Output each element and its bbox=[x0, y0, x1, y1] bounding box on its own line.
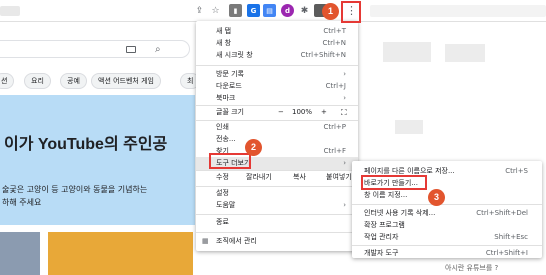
bookmark-star-icon[interactable]: ☆ bbox=[209, 4, 222, 17]
search-icon[interactable]: ⌕ bbox=[155, 44, 161, 55]
chip-cooking[interactable]: 요리 bbox=[24, 73, 51, 89]
annotation-box-menu-button bbox=[341, 1, 361, 23]
cut-button[interactable]: 잘라내기 bbox=[246, 171, 272, 184]
menu-bookmarks[interactable]: 북마크 › bbox=[196, 92, 358, 105]
menu-edit-row: 수정 잘라내기 복사 붙여넣기 bbox=[196, 171, 358, 184]
menu-divider bbox=[352, 204, 542, 205]
zoom-in-button[interactable]: + bbox=[321, 106, 327, 119]
extension-icon[interactable]: ▮ bbox=[229, 4, 242, 17]
chevron-right-icon: › bbox=[343, 201, 346, 209]
chevron-right-icon: › bbox=[343, 94, 346, 102]
blurred-content bbox=[383, 42, 431, 62]
zoom-value: 100% bbox=[292, 108, 313, 116]
annotation-box-create-shortcut bbox=[361, 175, 427, 190]
blurred-content bbox=[445, 44, 485, 62]
menu-divider bbox=[352, 245, 542, 246]
submenu-name-window[interactable]: 창 이름 지정... bbox=[352, 189, 542, 201]
video-thumbnail[interactable] bbox=[0, 232, 40, 275]
video-thumbnail[interactable] bbox=[48, 232, 193, 275]
copy-button[interactable]: 복사 bbox=[293, 171, 306, 184]
menu-exit[interactable]: 종료 bbox=[196, 216, 358, 229]
banner-description: 술궂은 고양이 등 고양이와 동물을 기념하는 하해 주세요 bbox=[2, 183, 147, 209]
edit-label: 수정 bbox=[216, 173, 229, 181]
share-icon[interactable]: ⇪ bbox=[193, 4, 206, 17]
annotation-box-more-tools bbox=[209, 153, 251, 169]
banner-line-2: 하해 주세요 bbox=[2, 198, 42, 207]
docs-extension-icon[interactable]: ▤ bbox=[263, 4, 276, 17]
translate-extension-icon[interactable]: G bbox=[247, 4, 260, 17]
blurred-content bbox=[395, 120, 423, 134]
annotation-badge-1: 1 bbox=[322, 3, 339, 20]
window-blur bbox=[370, 5, 546, 17]
submenu-task-manager[interactable]: 작업 관리자 Shift+Esc bbox=[352, 231, 542, 243]
browser-toolbar: ⇪ ☆ ▮ G ▤ d ✱ ⋮ bbox=[0, 0, 546, 22]
menu-divider bbox=[196, 232, 358, 233]
chip-action-adventure[interactable]: 액션 어드벤처 게임 bbox=[91, 73, 161, 89]
zoom-label: 글꼴 크기 bbox=[216, 108, 244, 116]
menu-zoom-row: 글꼴 크기 − 100% + ⛶ bbox=[196, 106, 358, 119]
submenu-clear-data[interactable]: 인터넷 사용 기록 삭제... Ctrl+Shift+Del bbox=[352, 207, 542, 219]
menu-managed-by-org[interactable]: ▦ 조직에서 관리 bbox=[196, 235, 358, 248]
right-caption: 아시란 유튜브를 ? bbox=[445, 264, 499, 272]
menu-divider bbox=[196, 65, 358, 66]
chevron-right-icon: › bbox=[343, 159, 346, 167]
banner-title: 이가 YouTube의 주인공 bbox=[4, 136, 168, 153]
annotation-badge-2: 2 bbox=[245, 139, 262, 156]
fullscreen-icon[interactable]: ⛶ bbox=[341, 106, 347, 119]
menu-new-incognito[interactable]: 새 시크릿 창 Ctrl+Shift+N bbox=[196, 49, 358, 62]
annotation-badge-3: 3 bbox=[428, 189, 445, 206]
banner-line-1: 술궂은 고양이 등 고양이와 동물을 기념하는 bbox=[2, 185, 148, 194]
chip-fashion[interactable]: 션 bbox=[0, 73, 15, 89]
keyboard-icon[interactable] bbox=[126, 46, 136, 53]
puzzle-extensions-icon[interactable]: ✱ bbox=[298, 4, 311, 17]
menu-divider bbox=[196, 214, 358, 215]
submenu-extensions[interactable]: 확장 프로그램 bbox=[352, 219, 542, 231]
chip-crafts[interactable]: 공예 bbox=[60, 73, 87, 89]
building-icon: ▦ bbox=[202, 237, 209, 245]
menu-help[interactable]: 도움말 › bbox=[196, 199, 358, 212]
zoom-out-button[interactable]: − bbox=[278, 106, 284, 119]
profile-extension-icon[interactable]: d bbox=[281, 4, 294, 17]
chrome-main-menu: 새 탭 Ctrl+T 새 창 Ctrl+N 새 시크릿 창 Ctrl+Shift+N … bbox=[196, 21, 358, 251]
paste-button[interactable]: 붙여넣기 bbox=[326, 171, 352, 184]
submenu-devtools[interactable]: 개발자 도구 Ctrl+Shift+I bbox=[352, 247, 542, 259]
search-input[interactable] bbox=[0, 40, 190, 58]
address-bar-blur bbox=[0, 6, 20, 16]
